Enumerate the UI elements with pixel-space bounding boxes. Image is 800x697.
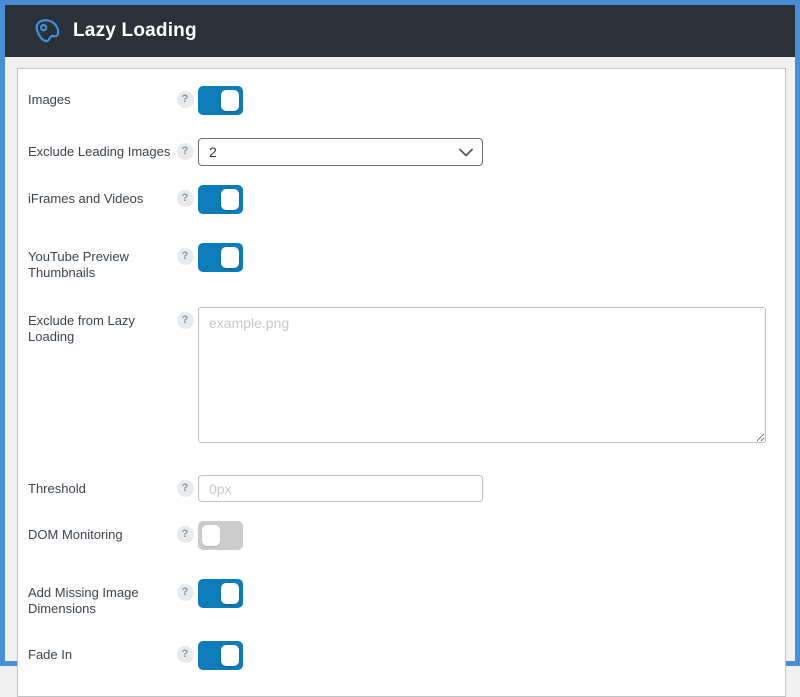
threshold-input[interactable] (198, 475, 483, 502)
row-iframes-and-videos: iFrames and Videos ? (28, 185, 775, 219)
toggle-knob (221, 247, 239, 268)
page-title: Lazy Loading (73, 20, 197, 42)
youtube-preview-thumbnails-label: YouTube Preview Thumbnails (28, 243, 172, 281)
fade-in-help-icon[interactable]: ? (177, 646, 194, 663)
add-missing-image-dimensions-help-icon[interactable]: ? (177, 584, 194, 601)
toggle-knob (221, 189, 239, 210)
exclude-leading-images-help-icon[interactable]: ? (177, 143, 194, 160)
exclude-from-lazy-loading-textarea[interactable] (198, 307, 766, 443)
youtube-preview-thumbnails-toggle[interactable] (198, 243, 243, 272)
youtube-preview-thumbnails-help-icon[interactable]: ? (177, 248, 194, 265)
add-missing-image-dimensions-toggle[interactable] (198, 579, 243, 608)
exclude-leading-images-select[interactable]: 2 (198, 138, 483, 166)
images-help-icon[interactable]: ? (177, 91, 194, 108)
row-fade-in: Fade In ? (28, 641, 775, 675)
threshold-label: Threshold (28, 475, 172, 497)
row-threshold: Threshold ? (28, 475, 775, 502)
dom-monitoring-help-icon[interactable]: ? (177, 526, 194, 543)
dom-monitoring-label: DOM Monitoring (28, 521, 172, 543)
lazy-loading-settings-card: Images ? Exclude Leading Images ? 2 iFra… (17, 68, 786, 697)
row-exclude-leading-images: Exclude Leading Images ? 2 (28, 138, 775, 166)
row-dom-monitoring: DOM Monitoring ? (28, 521, 775, 555)
toggle-knob (221, 90, 239, 111)
section-header: Lazy Loading (5, 5, 795, 57)
dom-monitoring-toggle[interactable] (198, 521, 243, 550)
iframes-and-videos-label: iFrames and Videos (28, 185, 172, 207)
add-missing-image-dimensions-label: Add Missing Image Dimensions (28, 579, 172, 617)
images-toggle[interactable] (198, 86, 243, 115)
threshold-help-icon[interactable]: ? (177, 480, 194, 497)
exclude-from-lazy-loading-label: Exclude from Lazy Loading (28, 307, 172, 345)
iframes-and-videos-toggle[interactable] (198, 185, 243, 214)
row-exclude-from-lazy-loading: Exclude from Lazy Loading ? (28, 307, 775, 448)
perfmatters-logo-icon (33, 17, 61, 45)
row-youtube-preview-thumbnails: YouTube Preview Thumbnails ? (28, 243, 775, 281)
toggle-knob (221, 583, 239, 604)
exclude-from-lazy-loading-help-icon[interactable]: ? (177, 312, 194, 329)
toggle-knob (202, 525, 220, 546)
row-images: Images ? (28, 86, 775, 120)
fade-in-label: Fade In (28, 641, 172, 663)
exclude-leading-images-label: Exclude Leading Images (28, 138, 172, 160)
row-add-missing-image-dimensions: Add Missing Image Dimensions ? (28, 579, 775, 617)
toggle-knob (221, 645, 239, 666)
images-label: Images (28, 86, 172, 108)
iframes-and-videos-help-icon[interactable]: ? (177, 190, 194, 207)
